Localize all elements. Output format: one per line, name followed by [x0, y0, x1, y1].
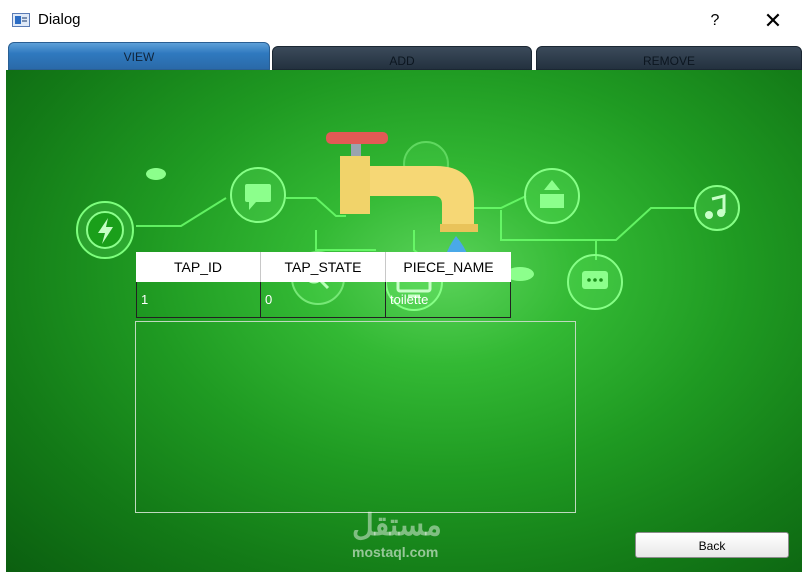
app-icon	[12, 13, 30, 27]
column-header-tap-state[interactable]: TAP_STATE	[261, 252, 386, 282]
inbox-icon	[524, 168, 580, 224]
help-button[interactable]: ?	[700, 8, 730, 34]
music-icon	[694, 185, 740, 231]
table-cell[interactable]: 1	[136, 282, 261, 318]
title-bar: Dialog ? ✕	[0, 0, 808, 42]
message-icon	[230, 167, 286, 223]
dialog-window: Dialog ? ✕ VIEW ADD REMOVE TAP_ID TAP_ST…	[0, 0, 808, 572]
column-header-piece-name[interactable]: PIECE_NAME	[386, 252, 511, 282]
view-panel	[6, 70, 802, 572]
tab-remove[interactable]: REMOVE	[536, 46, 802, 70]
column-header-tap-id[interactable]: TAP_ID	[136, 252, 261, 282]
tap-table-frame	[135, 321, 576, 513]
chat-icon	[567, 254, 623, 310]
tab-bar: VIEW ADD REMOVE	[8, 42, 802, 70]
tab-view[interactable]: VIEW	[8, 42, 270, 70]
lightning-icon	[76, 201, 134, 259]
table-cell[interactable]: toilette	[386, 282, 511, 318]
table-cell[interactable]: 0	[261, 282, 386, 318]
back-button[interactable]: Back	[635, 532, 789, 558]
watermark-text: mostaql.com	[352, 544, 439, 560]
window-title: Dialog	[38, 11, 81, 28]
close-button[interactable]: ✕	[758, 8, 788, 34]
watermark-arabic: مستقل	[352, 509, 442, 542]
tab-add[interactable]: ADD	[272, 46, 532, 70]
